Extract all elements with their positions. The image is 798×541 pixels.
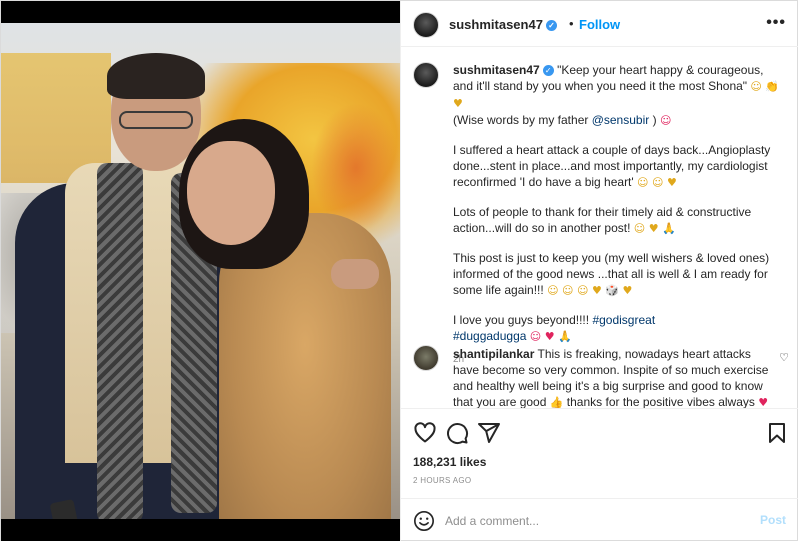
follow-button[interactable]: Follow [579, 17, 620, 32]
caption-line2-emoji: ☺ [659, 114, 672, 127]
mention-link[interactable]: @sensubir [592, 113, 650, 127]
comment-like-icon[interactable]: ♡ [779, 351, 789, 364]
header-username[interactable]: sushmitasen47 [449, 17, 543, 32]
add-comment-bar: Post [401, 498, 798, 541]
comment-input[interactable] [445, 511, 745, 531]
verified-icon: ✓ [545, 20, 557, 31]
avatar[interactable] [413, 12, 439, 38]
photo-woman-face [187, 141, 275, 245]
comment-text: shantipilankar This is freaking, nowaday… [453, 346, 779, 408]
caption-paragraph-3: Lots of people to thank for their timely… [453, 205, 752, 235]
caption-username[interactable]: sushmitasen47 [453, 63, 540, 77]
caption-paragraph-2: I suffered a heart attack a couple of da… [453, 143, 771, 189]
comment-emoji: 👍 [549, 396, 564, 408]
caption-para3-emoji: ☺ ♥ 🙏 [633, 222, 676, 235]
caption-avatar[interactable] [413, 62, 439, 88]
caption-line2-post: ) [649, 113, 657, 127]
commenter-avatar[interactable] [413, 345, 439, 371]
separator-dot: • [569, 16, 574, 31]
heart-icon[interactable] [413, 421, 437, 445]
post-comment-button[interactable]: Post [760, 513, 786, 527]
post-timestamp[interactable]: 2 HOURS AGO [413, 476, 471, 485]
hashtag-link[interactable]: #godisgreat [592, 313, 655, 327]
post-caption: sushmitasen47 ✓ "Keep your heart happy & … [453, 62, 783, 368]
commenter-username[interactable]: shantipilankar [453, 347, 534, 361]
comment-body-end: thanks for the positive vibes always [566, 395, 755, 408]
caption-line2-pre: (Wise words by my father [453, 113, 592, 127]
emoji-icon[interactable] [413, 510, 435, 532]
photo-scarf-left [97, 163, 143, 519]
verified-icon: ✓ [542, 65, 554, 76]
share-icon[interactable] [477, 421, 501, 445]
likes-count[interactable]: 188,231 likes [413, 455, 486, 469]
post-modal: sushmitasen47 ✓ • Follow ••• sushmitasen4… [0, 0, 798, 541]
more-icon[interactable]: ••• [766, 14, 786, 32]
comment-end-emoji: ♥ [758, 396, 769, 408]
comment-icon[interactable] [445, 421, 469, 445]
post-actions: 188,231 likes 2 HOURS AGO [401, 408, 798, 508]
post-photo[interactable] [1, 23, 400, 519]
post-header: sushmitasen47 ✓ • Follow ••• [401, 1, 798, 47]
caption-paragraph-5: I love you guys beyond!!!! [453, 313, 590, 327]
photo-hand [331, 259, 379, 289]
photo-man-hair [107, 53, 205, 99]
bookmark-icon[interactable] [765, 421, 789, 445]
hashtag-link[interactable]: #duggadugga [453, 329, 526, 343]
caption-para5-emoji: ☺ ♥ 🙏 [529, 330, 572, 343]
photo-glasses [119, 111, 193, 129]
comments-section[interactable]: sushmitasen47 ✓ "Keep your heart happy & … [401, 48, 798, 408]
post-side-panel: sushmitasen47 ✓ • Follow ••• sushmitasen4… [400, 1, 798, 541]
post-image-container [1, 1, 400, 541]
caption-para4-emoji: ☺ ☺ ☺ ♥ 🎲 ♥ [547, 284, 633, 297]
caption-para2-emoji: ☺ ☺ ♥ [637, 176, 677, 189]
